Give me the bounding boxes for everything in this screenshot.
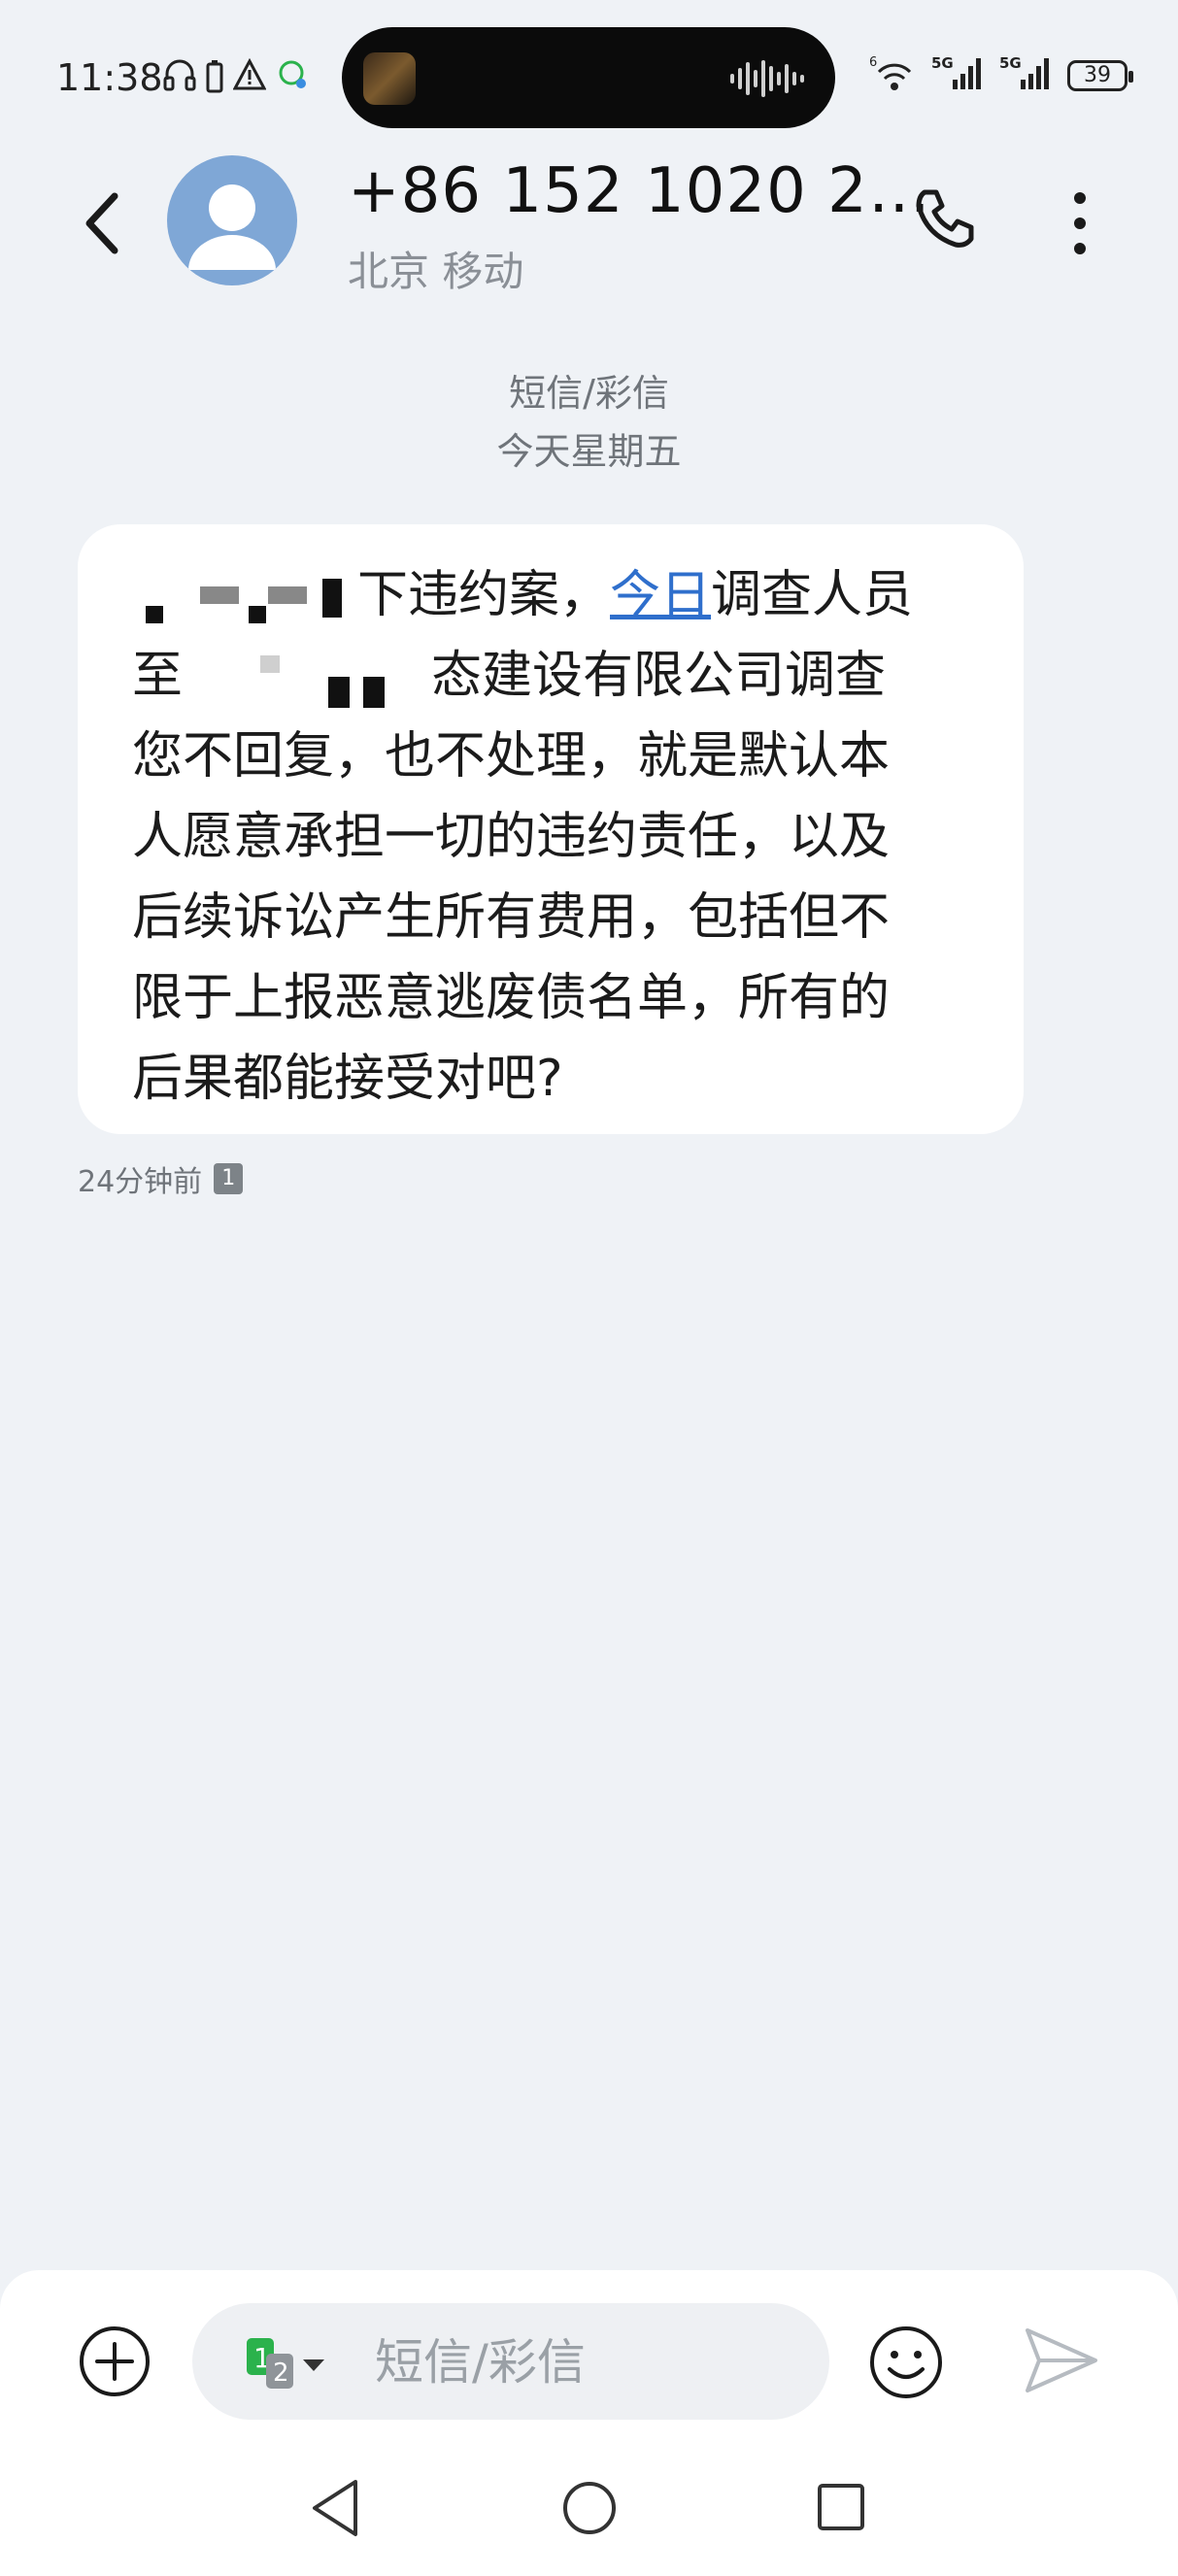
audio-wave-icon — [730, 60, 804, 97]
message-line-6: 限于上报恶意逃废债名单，所有的 — [132, 969, 891, 1027]
back-icon[interactable] — [76, 184, 134, 262]
status-bar: 11:38 6 5G 5G 39 — [0, 0, 1178, 146]
message-line-1: 下违约案，今日调查人员 — [132, 555, 975, 636]
message-bubble[interactable]: 下违约案，今日调查人员 至 态建设有限公司调查 您不回复，也不处理，就是默认本 … — [78, 524, 1024, 1134]
media-thumbnail — [363, 52, 416, 105]
more-vertical-icon[interactable] — [1060, 184, 1099, 262]
send-icon[interactable] — [1024, 2325, 1099, 2396]
sim-card-icon: 1 — [214, 1163, 244, 1194]
system-navigation-bar — [0, 2457, 1178, 2563]
message-input[interactable] — [373, 2326, 804, 2398]
status-time: 11:38 — [56, 56, 163, 99]
message-text: 下违约案，今日调查人员 至 态建设有限公司调查 您不回复，也不处理，就是默认本 … — [132, 555, 975, 1120]
nav-recents-icon[interactable] — [812, 2478, 870, 2536]
dynamic-island[interactable] — [342, 27, 835, 128]
warning-icon — [232, 57, 267, 93]
redacted-block — [132, 569, 357, 627]
signal-5g-icon-1: 5G — [931, 54, 986, 97]
wifi-icon: 6 — [869, 54, 918, 97]
message-time: 24分钟前 — [78, 1165, 203, 1199]
message-meta: 24分钟前 1 — [78, 1157, 244, 1200]
date-separator: 今天星期五 — [496, 430, 682, 473]
phone-icon[interactable] — [911, 184, 979, 252]
message-line-4: 人愿意承担一切的违约责任，以及 — [132, 808, 891, 866]
chat-notification-icon — [276, 58, 309, 93]
battery-small-icon — [206, 58, 223, 93]
message-line-7: 后果都能接受对吧? — [132, 1050, 563, 1108]
status-right-icons: 6 5G 5G 39 — [869, 54, 1133, 97]
message-line-5: 后续诉讼产生所有费用，包括但不 — [132, 888, 891, 947]
add-attachment-icon[interactable] — [78, 2325, 151, 2398]
sim-select-icon[interactable]: 1 2 — [247, 2336, 344, 2391]
nav-back-icon[interactable] — [307, 2476, 365, 2540]
svg-text:5G: 5G — [931, 54, 954, 72]
battery-indicator: 39 — [1067, 60, 1133, 91]
message-type-label: 短信/彩信 — [509, 372, 669, 415]
svg-text:5G: 5G — [999, 54, 1022, 72]
signal-5g-icon-2: 5G — [999, 54, 1054, 97]
emoji-icon[interactable] — [868, 2325, 944, 2400]
svg-text:2: 2 — [273, 2359, 289, 2388]
avatar-person-icon — [188, 184, 276, 270]
conversation-header: +86 152 1020 2… 北京 移动 — [0, 146, 1178, 320]
svg-text:6: 6 — [869, 55, 877, 70]
nav-home-icon[interactable] — [561, 2480, 618, 2536]
message-line-3: 您不回复，也不处理，就是默认本 — [132, 727, 891, 786]
date-link[interactable]: 今日 — [610, 566, 711, 624]
contact-location: 北京 移动 — [348, 248, 524, 295]
headphones-icon — [163, 58, 196, 93]
message-input-container[interactable]: 1 2 — [192, 2303, 829, 2420]
status-left-icons — [163, 57, 309, 93]
redacted-block — [183, 650, 432, 708]
avatar[interactable] — [167, 155, 297, 285]
contact-name: +86 152 1020 2… — [348, 155, 931, 227]
message-line-2: 至 态建设有限公司调查 — [132, 636, 975, 717]
